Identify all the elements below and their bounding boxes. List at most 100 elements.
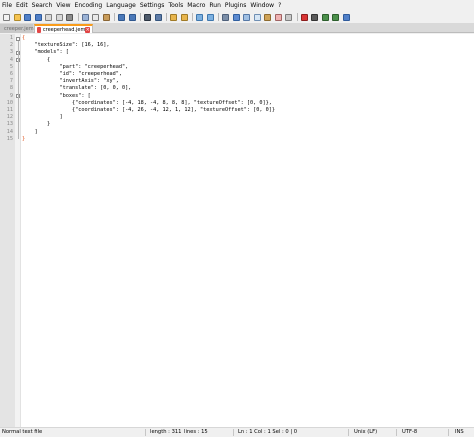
- close-button[interactable]: [44, 13, 53, 22]
- line-number: 6: [9, 71, 13, 77]
- line-number: 10: [6, 99, 13, 106]
- sync-horizontal-icon: [206, 13, 214, 21]
- open-file-icon: [13, 13, 21, 21]
- code-line[interactable]: "translate": [0, 0, 0],: [22, 85, 131, 92]
- code-line[interactable]: "part": "creeperhead",: [22, 64, 128, 71]
- stop-macro-button[interactable]: [310, 13, 319, 22]
- save-all-button[interactable]: [34, 13, 43, 22]
- toolbar-separator: [114, 13, 115, 21]
- menu-encoding[interactable]: Encoding: [74, 0, 106, 11]
- save-macro-button[interactable]: [342, 13, 351, 22]
- code-line[interactable]: "textureSize": [16, 16],: [22, 42, 109, 49]
- sync-vertical-button[interactable]: [195, 13, 204, 22]
- replace-icon: [154, 13, 162, 21]
- print-button[interactable]: [65, 13, 74, 22]
- toolbar-separator: [166, 13, 167, 21]
- status-eol: Unix (LF): [354, 429, 378, 435]
- status-divider: [396, 429, 397, 436]
- save-icon: [24, 13, 31, 21]
- word-wrap-button[interactable]: [221, 13, 230, 22]
- user-language-icon: [253, 13, 261, 21]
- close-all-button[interactable]: [55, 13, 64, 22]
- menu-view[interactable]: View: [55, 0, 73, 11]
- code-line[interactable]: "models": [: [22, 49, 68, 56]
- redo-button[interactable]: [128, 13, 137, 22]
- play-macro-button[interactable]: [321, 13, 330, 22]
- status-divider: [448, 429, 449, 436]
- menu-macro[interactable]: Macro: [186, 0, 208, 11]
- status-mode: INS: [455, 429, 464, 435]
- new-file-icon: [3, 13, 10, 21]
- code-line[interactable]: "id": "creeperhead",: [22, 71, 121, 78]
- tab-creeperhead-jem[interactable]: creeperhead.jem ×: [34, 24, 93, 33]
- folder-workspace-icon: [285, 13, 292, 21]
- close-icon: [45, 13, 52, 21]
- indent-guide-icon: [243, 13, 250, 21]
- run-macro-multiple-button[interactable]: [331, 13, 340, 22]
- line-number: 2: [9, 42, 13, 49]
- status-lines: lines : 15: [184, 429, 208, 435]
- code-line[interactable]: "boxes": [: [22, 93, 90, 100]
- toolbar-separator: [218, 13, 219, 21]
- menu-help[interactable]: ?: [277, 0, 284, 11]
- line-number: 15: [6, 135, 13, 142]
- find-button[interactable]: [143, 13, 152, 22]
- tab-label: creeperhead.jem: [42, 26, 86, 33]
- code-line[interactable]: ]: [22, 129, 37, 136]
- toolbar-separator: [140, 13, 141, 21]
- zoom-in-icon: [170, 13, 177, 21]
- replace-button[interactable]: [154, 13, 163, 22]
- menu-search[interactable]: Search: [31, 0, 56, 11]
- menu-file[interactable]: File: [1, 0, 15, 11]
- sync-horizontal-button[interactable]: [206, 13, 215, 22]
- zoom-in-button[interactable]: [169, 13, 178, 22]
- menu-bar: File Edit Search View Encoding Language Settin…: [0, 0, 474, 11]
- paste-button[interactable]: [102, 13, 111, 22]
- undo-icon: [118, 13, 125, 21]
- indent-guide-button[interactable]: [242, 13, 251, 22]
- doc-map-button[interactable]: [263, 13, 272, 22]
- status-divider: [145, 429, 146, 436]
- user-language-button[interactable]: [253, 13, 262, 22]
- show-all-chars-icon: [232, 13, 240, 21]
- menu-tools[interactable]: Tools: [167, 0, 186, 11]
- undo-button[interactable]: [117, 13, 126, 22]
- code-line[interactable]: ]: [22, 114, 62, 121]
- menu-language[interactable]: Language: [105, 0, 139, 11]
- copy-button[interactable]: [91, 13, 100, 22]
- toolbar-separator: [192, 13, 193, 21]
- line-number: 4: [9, 56, 13, 63]
- line-number: 9: [9, 92, 13, 99]
- function-list-button[interactable]: [274, 13, 283, 22]
- folder-workspace-button[interactable]: [284, 13, 293, 22]
- code-line[interactable]: {: [22, 35, 25, 42]
- close-tab-icon[interactable]: ×: [85, 26, 90, 33]
- tab-creeper-jem[interactable]: creeper.jem: [0, 24, 34, 33]
- menu-plugins[interactable]: Plugins: [224, 0, 250, 11]
- record-macro-button[interactable]: [300, 13, 309, 22]
- code-line[interactable]: {: [22, 57, 50, 64]
- save-button[interactable]: [23, 13, 32, 22]
- line-number: 12: [6, 114, 13, 121]
- code-line[interactable]: {"coordinates": [-4, 18, -4, 8, 8, 8], "…: [22, 100, 272, 107]
- menu-window[interactable]: Window: [249, 0, 277, 11]
- status-bar: Normal text file length : 311 lines : 15…: [0, 427, 474, 437]
- menu-run[interactable]: Run: [208, 0, 224, 11]
- code-line[interactable]: "invertAxis": "xy",: [22, 78, 118, 85]
- new-file-button[interactable]: [2, 13, 11, 22]
- code-line[interactable]: }: [22, 136, 25, 143]
- editor-area[interactable]: 1 2 3 4 5 6 7 8 9 10 11 12 13 14 15{ "textureSize": [1…: [0, 34, 474, 427]
- status-divider: [233, 429, 234, 436]
- show-all-chars-button[interactable]: [232, 13, 241, 22]
- line-number: 8: [9, 85, 13, 92]
- copy-icon: [92, 13, 99, 21]
- line-number: 11: [6, 107, 13, 113]
- code-line[interactable]: }: [22, 121, 50, 128]
- fold-toggle-icon[interactable]: [16, 36, 20, 41]
- zoom-out-button[interactable]: [180, 13, 189, 22]
- open-file-button[interactable]: [13, 13, 22, 22]
- code-line[interactable]: {"coordinates": [-4, 26, -4, 12, 1, 12],…: [22, 107, 275, 114]
- cut-button[interactable]: [81, 13, 90, 22]
- menu-edit[interactable]: Edit: [15, 0, 31, 11]
- menu-settings[interactable]: Settings: [139, 0, 168, 11]
